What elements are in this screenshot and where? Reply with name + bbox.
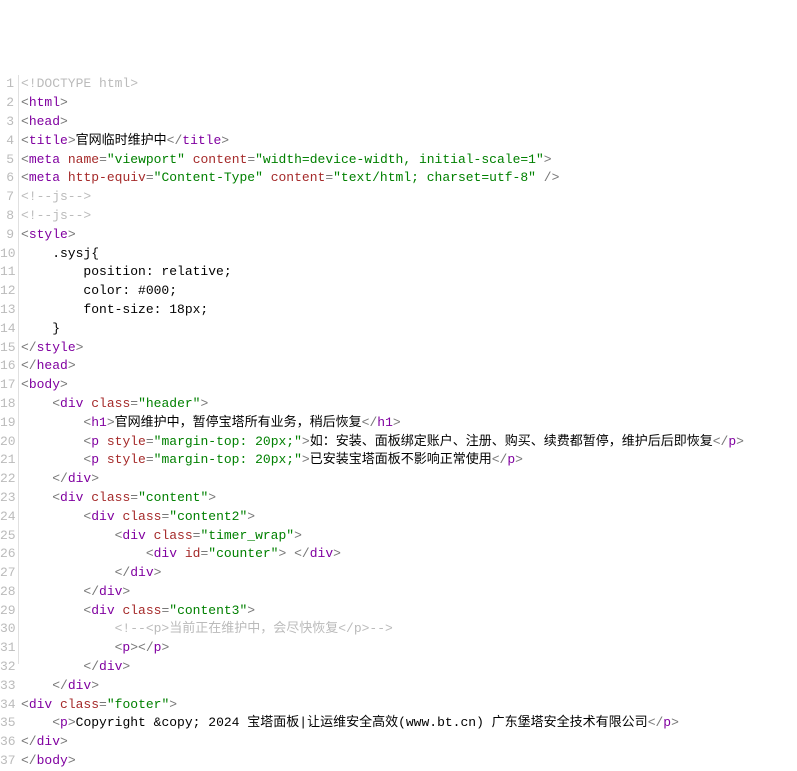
line-number: 28 bbox=[0, 583, 14, 602]
code-line[interactable]: <!--<p>当前正在维护中，会尽快恢复</p>--> bbox=[21, 620, 797, 639]
line-number: 37 bbox=[0, 752, 14, 771]
code-line[interactable]: <style> bbox=[21, 226, 797, 245]
line-number: 8 bbox=[0, 207, 14, 226]
code-line[interactable]: <div class="content"> bbox=[21, 489, 797, 508]
line-number-gutter: 1234567891011121314151617181920212223242… bbox=[0, 75, 18, 664]
line-number: 20 bbox=[0, 433, 14, 452]
code-line[interactable]: <p style="margin-top: 20px;">如：安装、面板绑定账户… bbox=[21, 433, 797, 452]
line-number: 3 bbox=[0, 113, 14, 132]
line-number: 13 bbox=[0, 301, 14, 320]
line-number: 6 bbox=[0, 169, 14, 188]
code-line[interactable]: </div> bbox=[21, 470, 797, 489]
line-number: 18 bbox=[0, 395, 14, 414]
line-number: 9 bbox=[0, 226, 14, 245]
code-line[interactable]: <title>官网临时维护中</title> bbox=[21, 132, 797, 151]
line-number: 16 bbox=[0, 357, 14, 376]
line-number: 19 bbox=[0, 414, 14, 433]
line-number: 27 bbox=[0, 564, 14, 583]
code-line[interactable]: font-size: 18px; bbox=[21, 301, 797, 320]
line-number: 22 bbox=[0, 470, 14, 489]
line-number: 31 bbox=[0, 639, 14, 658]
line-number: 1 bbox=[0, 75, 14, 94]
code-line[interactable]: <!--js--> bbox=[21, 188, 797, 207]
code-line[interactable]: <body> bbox=[21, 376, 797, 395]
code-line[interactable]: </body> bbox=[21, 752, 797, 771]
line-number: 35 bbox=[0, 714, 14, 733]
code-line[interactable]: </div> bbox=[21, 564, 797, 583]
code-line[interactable]: <html> bbox=[21, 94, 797, 113]
code-line[interactable]: position: relative; bbox=[21, 263, 797, 282]
code-line[interactable]: <div id="counter"> </div> bbox=[21, 545, 797, 564]
code-line[interactable]: <h1>官网维护中，暂停宝塔所有业务，稍后恢复</h1> bbox=[21, 414, 797, 433]
code-line[interactable]: <div class="content2"> bbox=[21, 508, 797, 527]
code-line[interactable]: } bbox=[21, 320, 797, 339]
code-line[interactable]: </style> bbox=[21, 339, 797, 358]
code-line[interactable]: </div> bbox=[21, 583, 797, 602]
code-line[interactable]: </div> bbox=[21, 677, 797, 696]
line-number: 21 bbox=[0, 451, 14, 470]
line-number: 5 bbox=[0, 151, 14, 170]
code-area[interactable]: <!DOCTYPE html><html><head><title>官网临时维护… bbox=[18, 75, 797, 664]
line-number: 26 bbox=[0, 545, 14, 564]
line-number: 30 bbox=[0, 620, 14, 639]
line-number: 10 bbox=[0, 245, 14, 264]
line-number: 4 bbox=[0, 132, 14, 151]
code-line[interactable]: <meta name="viewport" content="width=dev… bbox=[21, 151, 797, 170]
line-number: 15 bbox=[0, 339, 14, 358]
line-number: 23 bbox=[0, 489, 14, 508]
code-editor[interactable]: 1234567891011121314151617181920212223242… bbox=[0, 75, 797, 664]
code-line[interactable]: <div class="header"> bbox=[21, 395, 797, 414]
code-line[interactable]: <div class="timer_wrap"> bbox=[21, 527, 797, 546]
code-line[interactable]: color: #000; bbox=[21, 282, 797, 301]
line-number: 34 bbox=[0, 696, 14, 715]
code-line[interactable]: <meta http-equiv="Content-Type" content=… bbox=[21, 169, 797, 188]
code-line[interactable]: </div> bbox=[21, 658, 797, 677]
line-number: 17 bbox=[0, 376, 14, 395]
line-number: 33 bbox=[0, 677, 14, 696]
line-number: 25 bbox=[0, 527, 14, 546]
line-number: 32 bbox=[0, 658, 14, 677]
line-number: 2 bbox=[0, 94, 14, 113]
code-line[interactable]: <p>Copyright &copy; 2024 宝塔面板|让运维安全高效(ww… bbox=[21, 714, 797, 733]
code-line[interactable]: <head> bbox=[21, 113, 797, 132]
line-number: 29 bbox=[0, 602, 14, 621]
line-number: 12 bbox=[0, 282, 14, 301]
code-line[interactable]: </head> bbox=[21, 357, 797, 376]
line-number: 36 bbox=[0, 733, 14, 752]
code-line[interactable]: <div class="content3"> bbox=[21, 602, 797, 621]
code-line[interactable]: <!DOCTYPE html> bbox=[21, 75, 797, 94]
code-line[interactable]: <!--js--> bbox=[21, 207, 797, 226]
line-number: 14 bbox=[0, 320, 14, 339]
code-line[interactable]: </div> bbox=[21, 733, 797, 752]
code-line[interactable]: <p></p> bbox=[21, 639, 797, 658]
code-line[interactable]: .sysj{ bbox=[21, 245, 797, 264]
code-line[interactable]: <div class="footer"> bbox=[21, 696, 797, 715]
code-line[interactable]: <p style="margin-top: 20px;">已安装宝塔面板不影响正… bbox=[21, 451, 797, 470]
line-number: 11 bbox=[0, 263, 14, 282]
line-number: 7 bbox=[0, 188, 14, 207]
line-number: 24 bbox=[0, 508, 14, 527]
